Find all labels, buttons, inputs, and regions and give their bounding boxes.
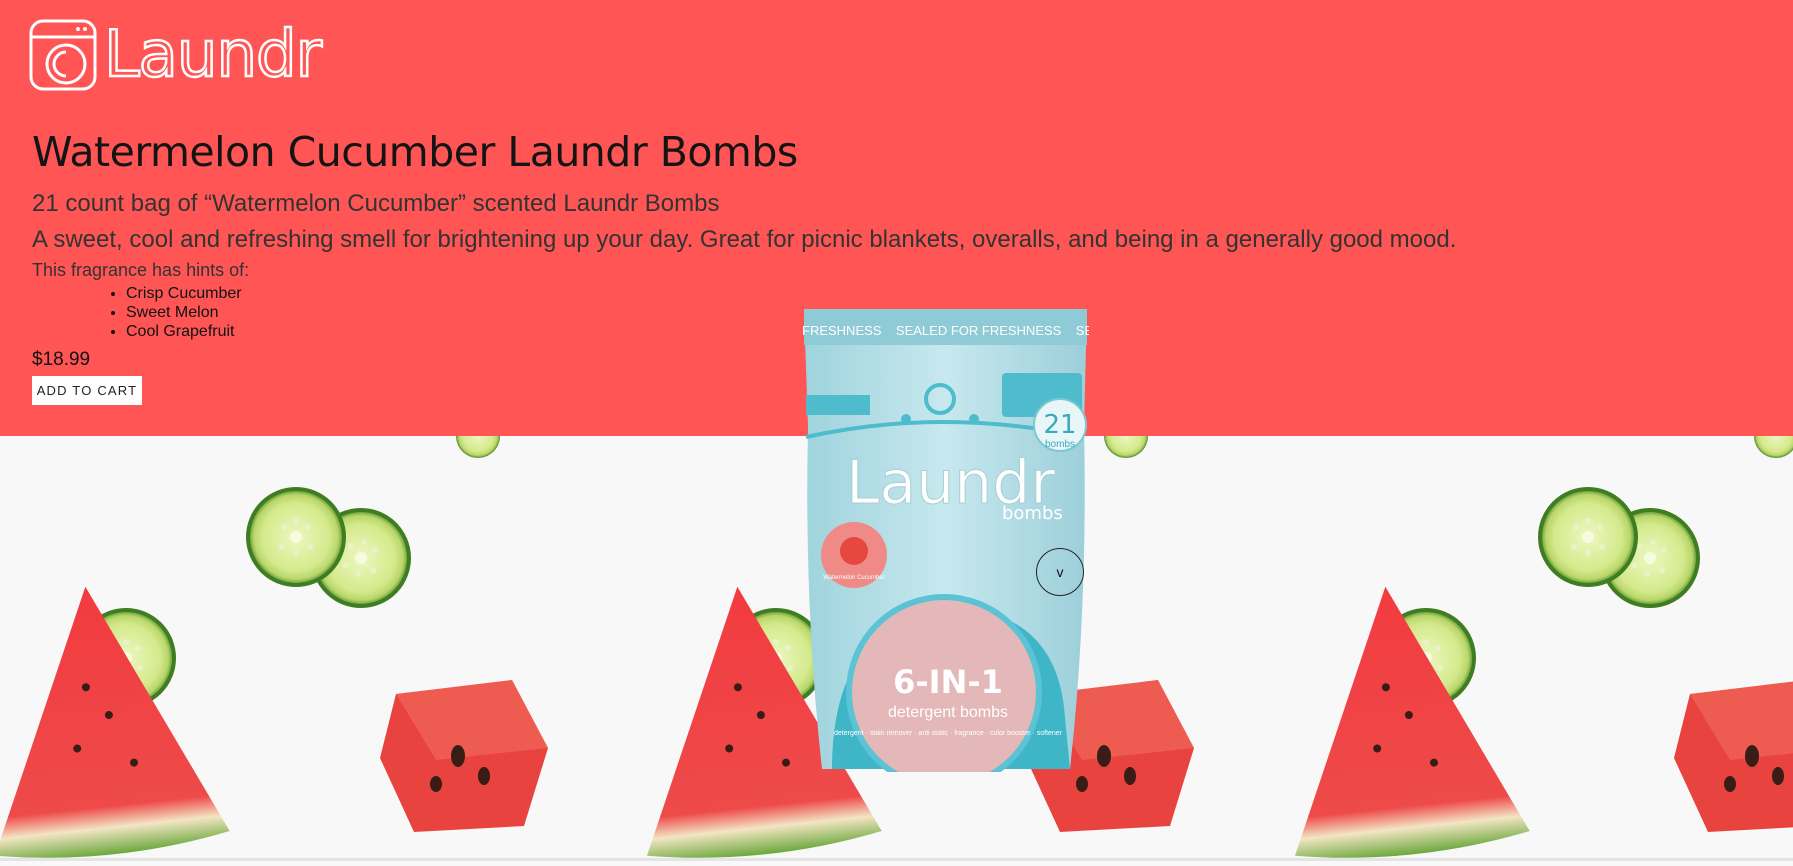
package-seal-band: FRESHNESS SEALED FOR FRESHNESS SEAL [802,323,1089,338]
fragrance-notes-list: Crisp Cucumber Sweet Melon Cool Grapefru… [106,284,242,341]
product-title: Watermelon Cucumber Laundr Bombs [32,128,798,176]
package-headline: 6-IN-1 [893,663,1003,701]
fragrance-hints-label: This fragrance has hints of: [32,260,250,280]
product-package-image: FRESHNESS SEALED FOR FRESHNESS SEAL 21 b… [802,309,1089,772]
package-brand-sub: bombs [1002,503,1063,524]
package-subheadline: detergent bombs [888,704,1008,721]
package-count: 21 [1043,410,1076,440]
fragrance-note: Cool Grapefruit [126,322,242,341]
product-price: $18.99 [32,349,91,370]
product-subtitle: 21 count bag of “Watermelon Cucumber” sc… [32,190,720,217]
fragrance-note: Crisp Cucumber [126,284,242,303]
package-features: detergent · stain remover · anti static … [834,730,1063,737]
washing-machine-icon [29,19,97,91]
package-flavor: Watermelon Cucumber [823,575,884,581]
brand-wordmark: Laundr [103,18,323,92]
fragrance-note: Sweet Melon [126,303,242,322]
add-to-cart-button[interactable]: ADD TO CART [32,376,142,405]
product-description: A sweet, cool and refreshing smell for b… [32,226,1457,253]
brand-logo[interactable]: Laundr [28,18,323,92]
scroll-down-button[interactable]: v [1036,548,1084,596]
